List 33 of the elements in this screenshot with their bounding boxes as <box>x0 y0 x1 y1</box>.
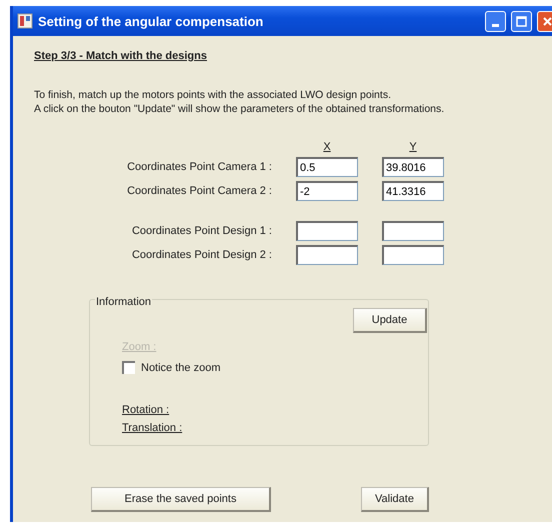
field-label: Coordinates Point Camera 1 : <box>127 161 272 173</box>
input-field[interactable]: 39.8016 <box>382 157 444 177</box>
column-header: Y <box>409 141 417 153</box>
field-label: Coordinates Point Design 2 : <box>132 249 272 261</box>
window-title: Setting of the angular compensation <box>38 14 264 28</box>
field-label: Coordinates Point Design 1 : <box>132 225 272 237</box>
instruction-text: A click on the bouton "Update" will show the parameters of the obtained transformations. <box>34 103 444 115</box>
step-heading: Step 3/3 - Match with the designs <box>34 50 207 62</box>
update-button[interactable]: Update <box>353 308 427 333</box>
input-field[interactable]: 41.3316 <box>382 181 444 201</box>
checkbox[interactable] <box>122 361 135 374</box>
validate-button[interactable]: Validate <box>361 487 429 512</box>
translation-label: Translation : <box>122 422 182 434</box>
column-header: X <box>323 141 331 153</box>
maximize-icon <box>516 16 527 26</box>
input-field[interactable] <box>296 245 358 265</box>
checkbox-label: Notice the zoom <box>141 362 220 374</box>
instruction-text: To finish, match up the motors points with the associated LWO design points. <box>34 89 391 101</box>
rotation-label: Rotation : <box>122 404 170 416</box>
input-field[interactable] <box>296 221 358 241</box>
input-field[interactable]: 0.5 <box>296 157 358 177</box>
maximize-button[interactable] <box>511 10 532 32</box>
input-field[interactable] <box>382 221 444 241</box>
field-label: Coordinates Point Camera 2 : <box>127 185 272 197</box>
close-icon <box>542 16 552 26</box>
input-field[interactable]: -2 <box>296 181 358 201</box>
app-icon <box>17 13 33 29</box>
group-legend: Information <box>95 296 152 308</box>
erase-button[interactable]: Erase the saved points <box>91 487 271 512</box>
minimize-icon <box>492 24 499 26</box>
minimize-button[interactable] <box>485 10 506 32</box>
close-button[interactable] <box>537 10 552 32</box>
input-field[interactable] <box>382 245 444 265</box>
